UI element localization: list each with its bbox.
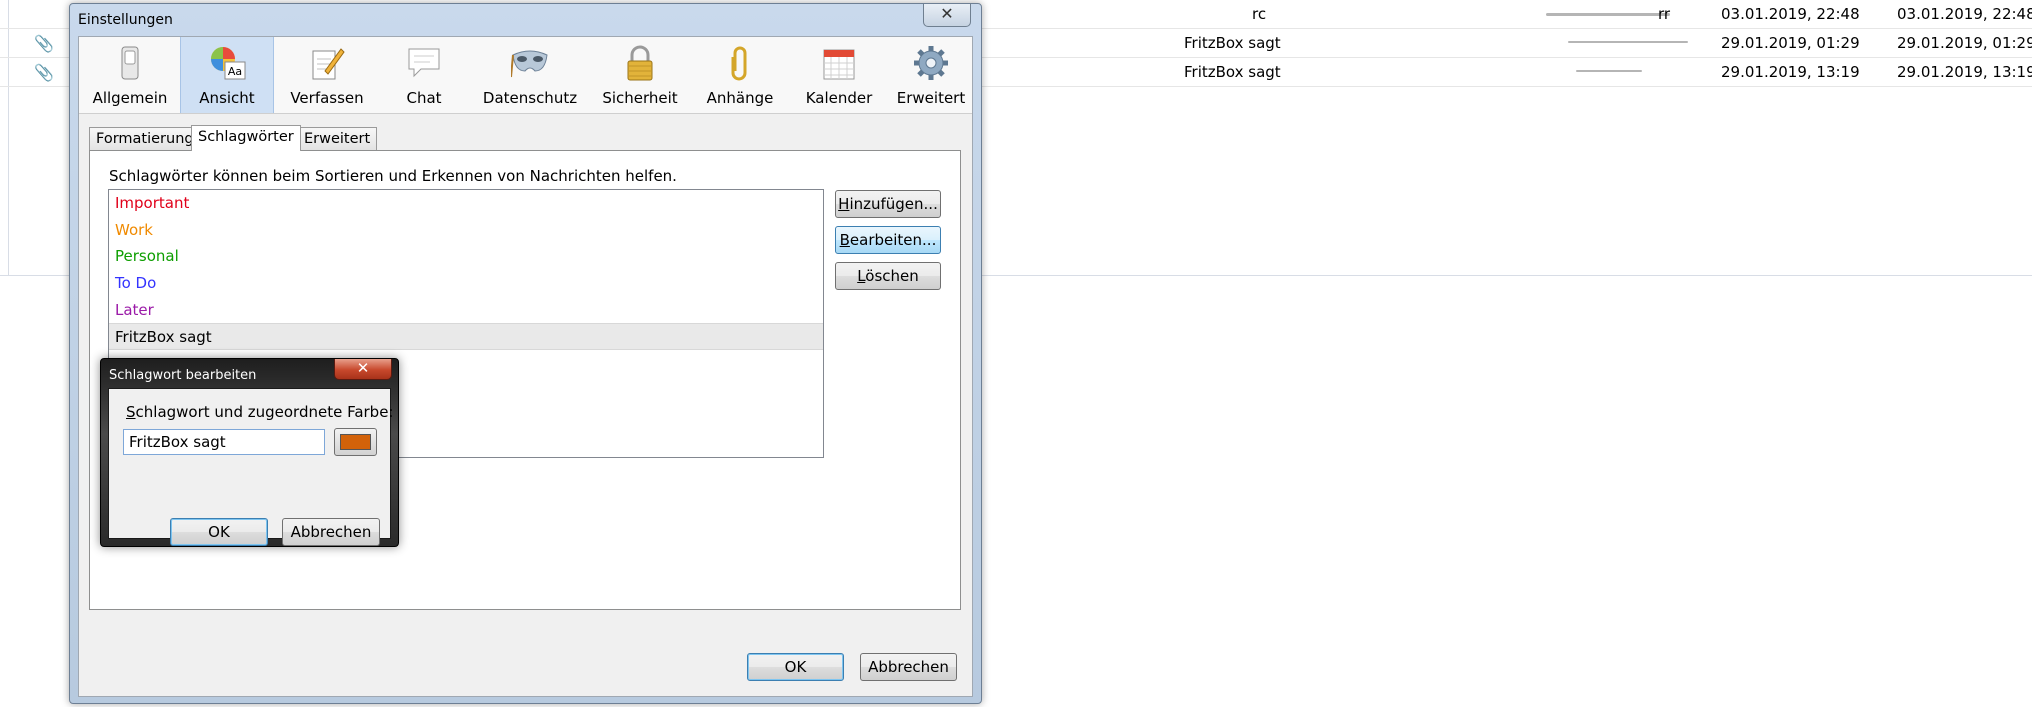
mnemonic: B xyxy=(839,231,850,249)
dialog-title: Einstellungen xyxy=(78,12,173,28)
button-label: inzufügen... xyxy=(849,195,938,213)
lock-icon xyxy=(627,45,653,81)
mask-icon xyxy=(511,50,548,78)
tag-name-input[interactable] xyxy=(123,429,325,455)
cancel-button[interactable]: Abbrechen xyxy=(860,653,957,681)
toolbar-item-verfassen[interactable]: Verfassen xyxy=(280,37,374,113)
toolbar-item-ansicht[interactable]: Aa Ansicht xyxy=(180,37,274,113)
switch-icon xyxy=(121,46,139,80)
label-text: chlagwort und zugeordnete Farbe: xyxy=(135,403,394,421)
mnemonic: S xyxy=(126,403,136,421)
tab-formatierung[interactable]: Formatierung xyxy=(89,127,201,150)
toolbar-item-anhaenge[interactable]: Anhänge xyxy=(694,37,786,113)
button-label: earbeiten... xyxy=(849,231,937,249)
color-picker-button[interactable] xyxy=(334,428,377,456)
close-button[interactable]: ✕ xyxy=(334,359,392,380)
toolbar-label: Ansicht xyxy=(199,89,255,107)
delete-tag-button[interactable]: Löschen xyxy=(835,262,941,290)
color-font-icon: Aa xyxy=(211,47,246,80)
preferences-dialog: Einstellungen ✕ Allgemein Aa Ansicht Ver… xyxy=(69,3,982,704)
list-item-selected[interactable]: FritzBox sagt xyxy=(109,323,823,350)
toolbar-label: Sicherheit xyxy=(602,89,678,107)
close-icon: ✕ xyxy=(356,359,370,377)
toolbar-label: Anhänge xyxy=(706,89,774,107)
received-cell: 29.01.2019, 13:19 xyxy=(1897,63,2032,81)
received-cell: 03.01.2019, 22:48 xyxy=(1897,5,2032,23)
toolbar-item-sicherheit[interactable]: Sicherheit xyxy=(591,37,689,113)
paperclip-icon: 📎 xyxy=(34,63,54,82)
column-fragment: rr xyxy=(1658,5,1671,23)
redaction-mark xyxy=(1568,41,1688,43)
sender-cell: FritzBox sagt xyxy=(1184,63,1281,81)
dialog-title: Schlagwort bearbeiten xyxy=(109,368,257,383)
gear-icon xyxy=(914,46,948,80)
redaction-mark xyxy=(1546,13,1670,16)
add-tag-button[interactable]: Hinzufügen... xyxy=(835,190,941,218)
tag-field-label: Schlagwort und zugeordnete Farbe: xyxy=(126,403,394,421)
close-button[interactable]: ✕ xyxy=(923,4,971,27)
paperclip-icon: 📎 xyxy=(34,34,54,53)
mnemonic: H xyxy=(838,195,850,213)
edit-dialog-content: Schlagwort und zugeordnete Farbe: OK Abb… xyxy=(108,388,394,546)
toolbar-item-datenschutz[interactable]: Datenschutz xyxy=(475,37,585,113)
toolbar-label: Datenschutz xyxy=(482,89,578,107)
chat-bubble-icon xyxy=(408,48,440,78)
list-item[interactable]: Work xyxy=(109,217,823,244)
cancel-button[interactable]: Abbrechen xyxy=(282,518,380,546)
panel-description: Schlagwörter können beim Sortieren und E… xyxy=(109,167,677,185)
toolbar-label: Verfassen xyxy=(290,89,364,107)
close-icon: ✕ xyxy=(940,4,954,23)
toolbar-label: Chat xyxy=(406,89,442,107)
edit-tag-dialog: Schlagwort bearbeiten ✕ Schlagwort und z… xyxy=(100,358,399,547)
ok-button[interactable]: OK xyxy=(170,518,268,546)
toolbar-item-kalender[interactable]: Kalender xyxy=(793,37,885,113)
paperclip-icon xyxy=(731,46,747,81)
toolbar-label: Allgemein xyxy=(92,89,168,107)
list-item[interactable]: Later xyxy=(109,297,823,324)
tab-erweitert[interactable]: Erweitert xyxy=(297,127,378,150)
date-cell: 29.01.2019, 13:19 xyxy=(1721,63,1860,81)
compose-icon xyxy=(312,48,345,80)
toolbar-item-erweitert[interactable]: Erweitert xyxy=(891,37,971,113)
calendar-icon xyxy=(823,49,855,80)
list-item[interactable]: Personal xyxy=(109,243,823,270)
preferences-toolbar: Allgemein Aa Ansicht Verfassen Chat Date… xyxy=(79,37,972,114)
sender-cell: FritzBox sagt xyxy=(1184,34,1281,52)
list-item[interactable]: To Do xyxy=(109,270,823,297)
svg-text:Aa: Aa xyxy=(228,65,242,78)
subject-fragment: rc xyxy=(1252,5,1267,23)
date-cell: 03.01.2019, 22:48 xyxy=(1721,5,1860,23)
tab-schlagwoerter[interactable]: Schlagwörter xyxy=(191,125,301,151)
toolbar-item-chat[interactable]: Chat xyxy=(384,37,464,113)
ok-button[interactable]: OK xyxy=(747,653,844,681)
edit-tag-button[interactable]: Bearbeiten... xyxy=(835,226,941,254)
button-label: öschen xyxy=(865,267,919,285)
toolbar-label: Kalender xyxy=(805,89,873,107)
received-cell: 29.01.2019, 01:29 xyxy=(1897,34,2032,52)
list-item[interactable]: Important xyxy=(109,190,823,217)
date-cell: 29.01.2019, 01:29 xyxy=(1721,34,1860,52)
redaction-mark xyxy=(1576,70,1642,72)
toolbar-label: Erweitert xyxy=(896,89,966,107)
toolbar-item-allgemein[interactable]: Allgemein xyxy=(87,37,173,113)
color-swatch xyxy=(340,434,371,450)
